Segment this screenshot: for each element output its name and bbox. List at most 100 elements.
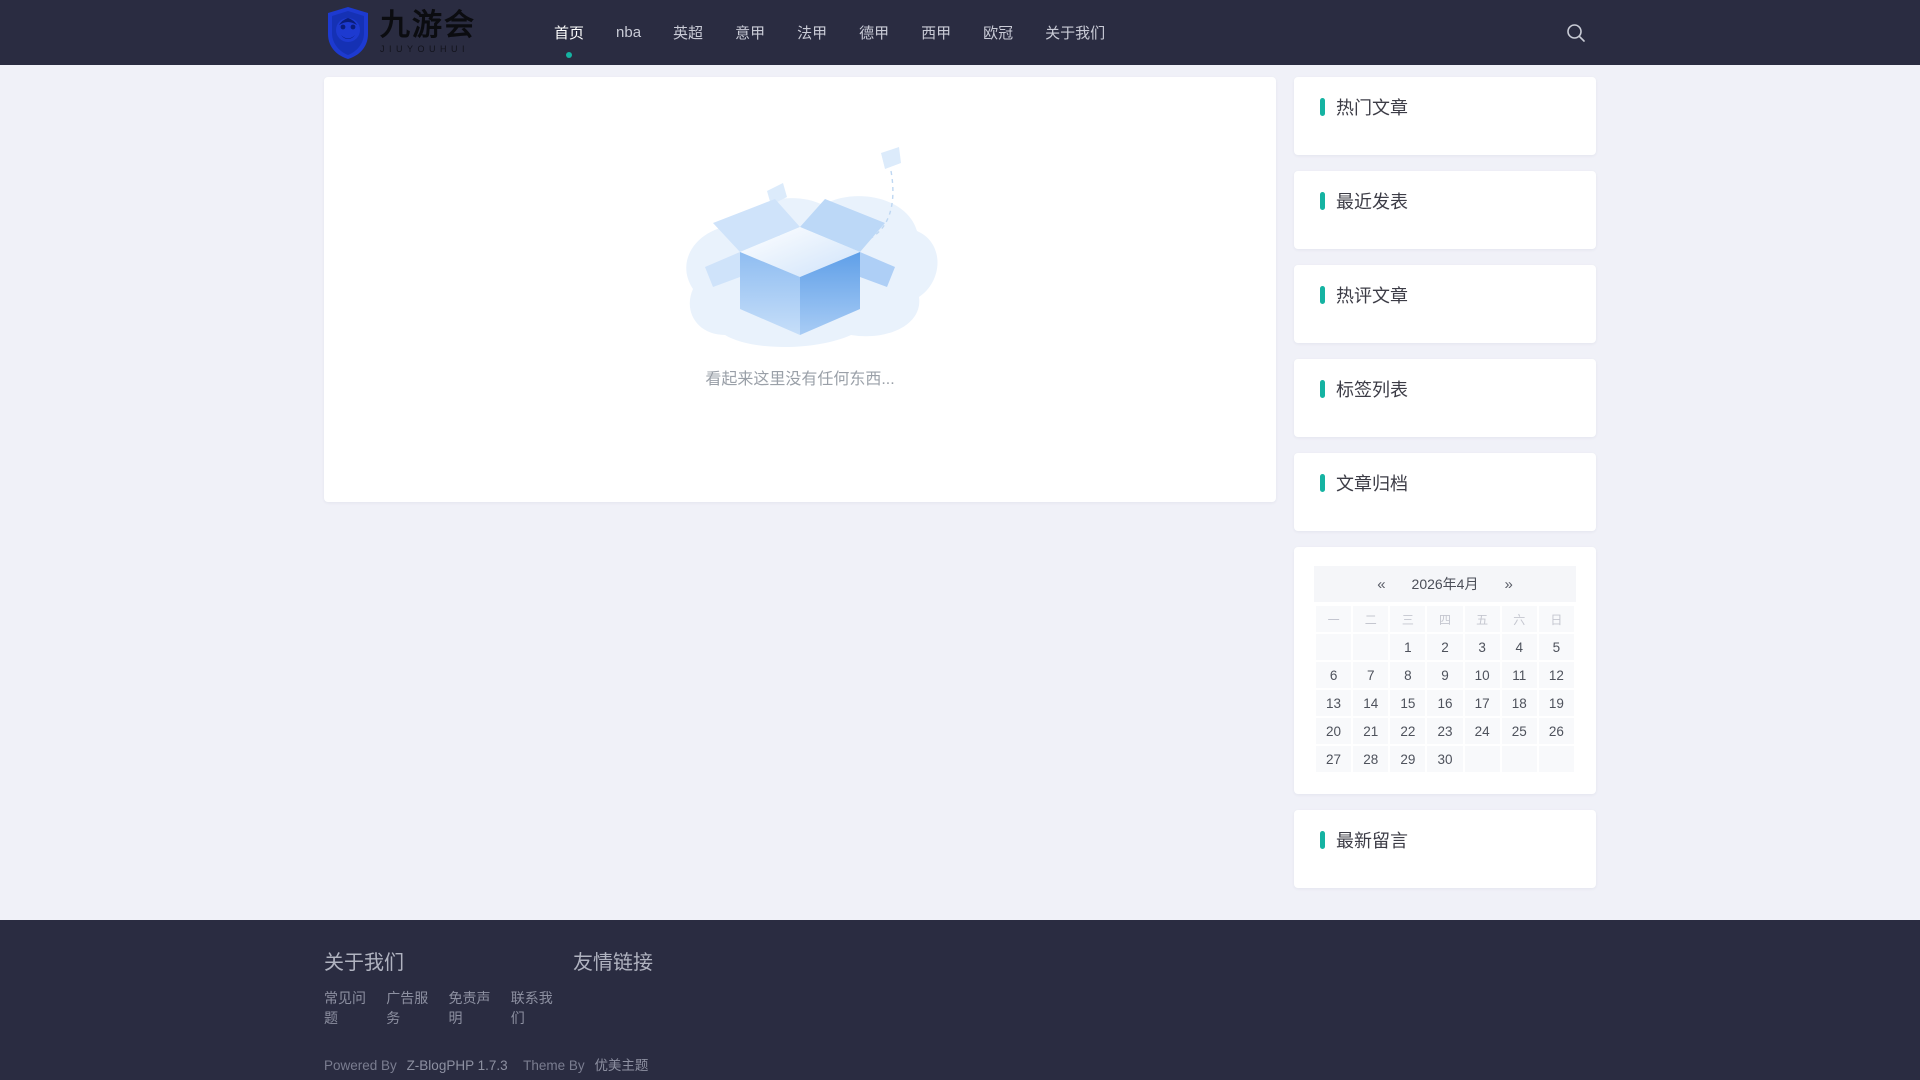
footer-friends-column: 友情链接	[573, 946, 653, 1028]
calendar-day-cell[interactable]: 20	[1316, 718, 1352, 744]
widget-title: 热门文章	[1320, 94, 1570, 120]
nav-item-首页[interactable]: 首页	[538, 0, 600, 65]
widget-accent-bar	[1320, 286, 1325, 304]
empty-content-card: 看起来这里没有任何东西...	[324, 77, 1276, 502]
nav-item-英超[interactable]: 英超	[657, 0, 719, 65]
calendar-widget: « 2026年4月 » 一二三四五六日 1 2 3 4 5 6 7 8 9 10 11 12 13 14 1…	[1294, 547, 1596, 794]
calendar-empty-cell	[1464, 746, 1500, 772]
calendar-day-cell[interactable]: 7	[1353, 662, 1389, 688]
theme-link[interactable]: 优美主题	[594, 1058, 648, 1073]
nav-item-法甲[interactable]: 法甲	[781, 0, 843, 65]
nav-item-德甲[interactable]: 德甲	[843, 0, 905, 65]
calendar-day-cell[interactable]: 3	[1464, 634, 1500, 660]
footer-meta: Powered By Z-BlogPHP 1.7.3 Theme By 优美主题…	[324, 1055, 1596, 1080]
empty-state-text: 看起来这里没有任何东西...	[705, 371, 895, 388]
widget-title: 最近发表	[1320, 188, 1570, 214]
sidebar-widgets-bottom: 最新留言	[1294, 810, 1596, 888]
calendar-day-cell[interactable]: 23	[1427, 718, 1463, 744]
footer-about-column: 关于我们 常见问题 广告服务 免责声明 联系我们	[324, 946, 573, 1028]
calendar-day-cell[interactable]: 28	[1353, 746, 1389, 772]
calendar-day-header: 五	[1464, 606, 1500, 632]
widget-title: 标签列表	[1320, 376, 1570, 402]
footer-about-title: 关于我们	[324, 952, 404, 974]
widget-card-文章归档: 文章归档	[1294, 453, 1596, 531]
footer-link-免责声明[interactable]: 免责声明	[449, 988, 493, 1028]
site-footer: 关于我们 常见问题 广告服务 免责声明 联系我们 友情链接 Powered By Z-…	[0, 920, 1920, 1080]
site-logo[interactable]: 九游会 JIUYOUHUI	[324, 6, 476, 60]
logo-subtitle: JIUYOUHUI	[380, 44, 470, 54]
widget-title-text: 文章归档	[1336, 474, 1408, 494]
calendar-empty-cell	[1353, 634, 1389, 660]
main-nav: 首页 nba 英超 意甲 法甲 德甲 西甲 欧冠 关于我们	[538, 0, 1121, 65]
widget-card-标签列表: 标签列表	[1294, 359, 1596, 437]
calendar-day-cell[interactable]: 5	[1538, 634, 1574, 660]
footer-link-常见问题[interactable]: 常见问题	[324, 988, 368, 1028]
calendar-day-cell[interactable]: 24	[1464, 718, 1500, 744]
sidebar: 热门文章 最近发表 热评文章 标签列表 文章归档 « 2026年4月 » 一二三四五六日…	[1294, 77, 1596, 904]
calendar-day-cell[interactable]: 21	[1353, 718, 1389, 744]
widget-title: 最新留言	[1320, 827, 1570, 853]
calendar-day-cell[interactable]: 2	[1427, 634, 1463, 660]
calendar-day-cell[interactable]: 27	[1316, 746, 1352, 772]
footer-link-联系我们[interactable]: 联系我们	[511, 988, 555, 1028]
theme-prefix: Theme By	[523, 1058, 585, 1073]
calendar-day-cell[interactable]: 29	[1390, 746, 1426, 772]
widget-title-text: 最新留言	[1336, 831, 1408, 851]
calendar-day-cell[interactable]: 10	[1464, 662, 1500, 688]
calendar-empty-cell	[1538, 746, 1574, 772]
calendar-day-cell[interactable]: 15	[1390, 690, 1426, 716]
widget-accent-bar	[1320, 474, 1325, 492]
calendar-day-cell[interactable]: 16	[1427, 690, 1463, 716]
calendar-week-row: 27 28 29 30	[1316, 746, 1574, 772]
widget-title: 文章归档	[1320, 470, 1570, 496]
calendar-day-cell[interactable]: 14	[1353, 690, 1389, 716]
calendar-table: 一二三四五六日 1 2 3 4 5 6 7 8 9 10 11 12 13 14 15 16 17 18 19 20 2…	[1314, 604, 1576, 774]
powered-prefix: Powered By	[324, 1058, 397, 1073]
calendar-day-cell[interactable]: 18	[1501, 690, 1537, 716]
calendar-day-cell[interactable]: 17	[1464, 690, 1500, 716]
calendar-day-cell[interactable]: 8	[1390, 662, 1426, 688]
calendar-day-cell[interactable]: 9	[1427, 662, 1463, 688]
widget-accent-bar	[1320, 831, 1325, 849]
nav-item-nba[interactable]: nba	[600, 0, 657, 65]
calendar-empty-cell	[1316, 634, 1352, 660]
widget-title-text: 热评文章	[1336, 286, 1408, 306]
main-layout: 看起来这里没有任何东西... 热门文章最近发表热评文章标签列表文章归档 « 20…	[324, 77, 1596, 904]
calendar-week-row: 20 21 22 23 24 25 26	[1316, 718, 1574, 744]
powered-by-line: Powered By Z-BlogPHP 1.7.3 Theme By 优美主题	[324, 1055, 1596, 1077]
widget-card-热评文章: 热评文章	[1294, 265, 1596, 343]
calendar-day-cell[interactable]: 12	[1538, 662, 1574, 688]
nav-item-关于我们[interactable]: 关于我们	[1029, 0, 1121, 65]
calendar-day-cell[interactable]: 22	[1390, 718, 1426, 744]
calendar-day-cell[interactable]: 30	[1427, 746, 1463, 772]
widget-title: 热评文章	[1320, 282, 1570, 308]
calendar-day-cell[interactable]: 25	[1501, 718, 1537, 744]
search-button[interactable]	[1556, 13, 1596, 53]
nav-item-意甲[interactable]: 意甲	[719, 0, 781, 65]
calendar-day-cell[interactable]: 1	[1390, 634, 1426, 660]
nav-item-欧冠[interactable]: 欧冠	[967, 0, 1029, 65]
calendar-day-cell[interactable]: 19	[1538, 690, 1574, 716]
calendar-day-cell[interactable]: 26	[1538, 718, 1574, 744]
widget-title-text: 最近发表	[1336, 192, 1408, 212]
calendar-header: « 2026年4月 »	[1314, 566, 1576, 602]
calendar-day-header: 四	[1427, 606, 1463, 632]
calendar-month-title: 2026年4月	[1411, 576, 1479, 592]
widget-accent-bar	[1320, 380, 1325, 398]
calendar-day-cell[interactable]: 4	[1501, 634, 1537, 660]
footer-friends-title: 友情链接	[573, 952, 653, 974]
sidebar-widgets-top: 热门文章最近发表热评文章标签列表文章归档	[1294, 77, 1596, 531]
nav-item-西甲[interactable]: 西甲	[905, 0, 967, 65]
empty-box-illustration	[686, 147, 938, 347]
powered-platform-link[interactable]: Z-BlogPHP 1.7.3	[407, 1058, 508, 1073]
calendar-day-cell[interactable]: 13	[1316, 690, 1352, 716]
calendar-day-cell[interactable]: 11	[1501, 662, 1537, 688]
footer-link-广告服务[interactable]: 广告服务	[386, 988, 430, 1028]
calendar-next-button[interactable]: »	[1496, 576, 1520, 593]
calendar-prev-button[interactable]: «	[1369, 576, 1393, 593]
calendar-day-header: 日	[1538, 606, 1574, 632]
calendar-day-cell[interactable]: 6	[1316, 662, 1352, 688]
widget-title-text: 标签列表	[1336, 380, 1408, 400]
widget-card-热门文章: 热门文章	[1294, 77, 1596, 155]
calendar-week-row: 6 7 8 9 10 11 12	[1316, 662, 1574, 688]
